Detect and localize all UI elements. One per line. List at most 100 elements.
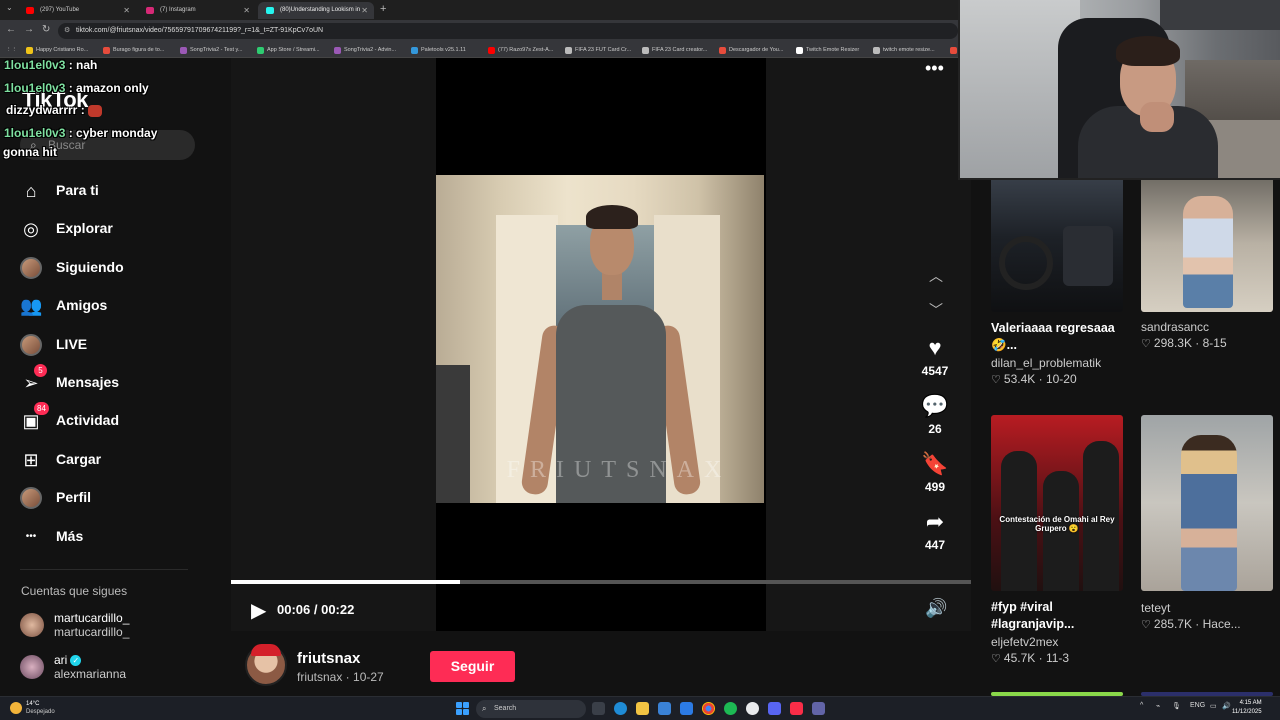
next-video-button[interactable]: ﹀ xyxy=(929,300,943,320)
forward-icon[interactable]: → xyxy=(24,24,34,35)
mic-icon[interactable]: 🎙 xyxy=(1172,702,1181,710)
nav-item-live[interactable]: LIVE xyxy=(20,332,210,358)
account-handle: martucardillo_ xyxy=(54,625,130,639)
nav-item-siguiendo[interactable]: Siguiendo xyxy=(20,255,210,281)
spotify-icon[interactable] xyxy=(724,702,737,715)
nav-item-mensajes[interactable]: ➢ Mensajes 5 xyxy=(20,364,210,396)
apps-icon[interactable]: ⋮⋮ xyxy=(6,45,17,55)
battery-icon[interactable]: ▭ xyxy=(1210,702,1217,710)
weather-widget[interactable]: 14°C Despejado xyxy=(10,700,80,718)
author-name[interactable]: friutsnax xyxy=(297,650,360,667)
suggested-video-card[interactable]: teteyt ♡ 285.7K · Hace... xyxy=(1141,415,1273,631)
bookmark-label: FIFA 23 Card creator... xyxy=(652,47,708,53)
nav-item-m-s[interactable]: ••• Más xyxy=(20,524,210,550)
video-author: eljefetv2mex xyxy=(991,635,1059,649)
following-account-martucardillo[interactable]: martucardillo_ martucardillo_ xyxy=(20,611,220,641)
chat-message: 1lou1el0v3 : amazon only xyxy=(4,81,149,95)
nav-item-amigos[interactable]: 👥 Amigos xyxy=(20,293,210,319)
close-icon[interactable]: ✕ xyxy=(361,2,368,19)
play-icon[interactable]: ▶ xyxy=(251,598,266,623)
share-count: 447 xyxy=(924,538,946,552)
tab-label: (7) Instagram xyxy=(160,7,196,13)
bookmark-label: Twitch Emote Resizer xyxy=(806,47,860,53)
chat-message: gonna hit xyxy=(3,145,57,159)
volume-icon[interactable]: 🔊 xyxy=(1222,702,1231,710)
tiktok-icon xyxy=(266,7,274,14)
steering-wheel xyxy=(999,236,1053,290)
nav-item-perfil[interactable]: Perfil xyxy=(20,485,210,511)
store-icon[interactable] xyxy=(658,702,671,715)
address-bar[interactable]: ⚙ tiktok.com/@friutsnax/video/7565979170… xyxy=(58,23,958,39)
obs-icon[interactable] xyxy=(746,702,759,715)
bookmark-item[interactable]: twitch emote resize... xyxy=(873,45,935,55)
teams-icon[interactable] xyxy=(812,702,825,715)
suggested-video-card[interactable]: Contestación de Omahi al Rey Grupero 😮 #… xyxy=(991,415,1123,665)
site-info-icon[interactable]: ⚙ xyxy=(64,23,70,39)
heart-icon: ♥ xyxy=(928,335,942,360)
start-button[interactable] xyxy=(456,702,469,715)
task-view-icon[interactable] xyxy=(592,702,605,715)
follow-button[interactable]: Seguir xyxy=(430,651,515,682)
bookmark-item[interactable]: Twitch Emote Resizer xyxy=(796,45,859,55)
bookmark-favicon-icon xyxy=(257,47,264,54)
bookmark-item[interactable]: Paletools v25.1.11 xyxy=(411,45,466,55)
clock[interactable]: 4:15 AM 11/12/2025 xyxy=(1232,699,1262,717)
nav-item-actividad[interactable]: ▣ Actividad 84 xyxy=(20,402,210,434)
tab-youtube[interactable]: (297) YouTube ✕ xyxy=(18,2,136,19)
suggested-video-card[interactable]: Valeriaaaa regresaaa 🤣... dilan_el_probl… xyxy=(991,176,1123,386)
bookmark-icon: 🔖 xyxy=(921,451,949,476)
more-options-icon[interactable]: ••• xyxy=(925,58,944,79)
comment-button[interactable]: 💬 26 xyxy=(915,394,955,437)
nav-item-explorar[interactable]: ◎ Explorar xyxy=(20,216,210,242)
chevron-up-icon[interactable]: ^ xyxy=(1140,702,1143,709)
bookmark-item[interactable]: SongTrivia2 - Advin... xyxy=(334,45,396,55)
following-account-ari[interactable]: ari ✓ alexmarianna xyxy=(20,653,220,683)
bookmark-favicon-icon xyxy=(103,47,110,54)
tab-list-icon[interactable]: ⌄ xyxy=(6,3,13,12)
clock-date: 11/12/2025 xyxy=(1232,709,1262,715)
discord-icon[interactable] xyxy=(768,702,781,715)
nav-item-cargar[interactable]: ⊞ Cargar xyxy=(20,447,210,473)
heart-icon: ♡ xyxy=(1141,338,1154,350)
previous-video-button[interactable]: ︿ xyxy=(929,266,943,286)
bookmark-item[interactable]: FIFA 23 Card creator... xyxy=(642,45,707,55)
chrome-icon[interactable] xyxy=(702,702,715,715)
video-time: 00:06 / 00:22 xyxy=(277,602,355,617)
bookmark-item[interactable]: FIFA 23 FUT Card Cr... xyxy=(565,45,631,55)
url-text: tiktok.com/@friutsnax/video/756597917096… xyxy=(76,27,324,34)
bookmark-item[interactable]: Happy Cristiano Ro... xyxy=(26,45,88,55)
avatar-icon xyxy=(20,334,42,356)
bookmark-favicon-icon xyxy=(642,47,649,54)
bookmark-item[interactable]: App Store / Streami... xyxy=(257,45,320,55)
share-button[interactable]: ➦ 447 xyxy=(915,510,955,553)
tab-instagram[interactable]: (7) Instagram ✕ xyxy=(138,2,256,19)
video-player[interactable]: FRIUTSNAX xyxy=(436,175,764,503)
nav-item-para-ti[interactable]: ⌂ Para ti xyxy=(20,178,210,204)
network-icon[interactable]: ⌁ xyxy=(1156,702,1160,710)
back-icon[interactable]: ← xyxy=(6,24,16,35)
bookmark-item[interactable]: Burago figura de to... xyxy=(103,45,164,55)
search-icon: ⌕ xyxy=(482,704,487,713)
save-button[interactable]: 🔖 499 xyxy=(915,451,955,495)
close-icon[interactable]: ✕ xyxy=(123,2,130,19)
taskbar-search[interactable]: ⌕ Search xyxy=(476,700,586,718)
edge-icon[interactable] xyxy=(614,702,627,715)
bookmark-item[interactable]: Descargador de You... xyxy=(719,45,783,55)
chat-text: : cyber monday xyxy=(65,126,158,140)
file-explorer-icon[interactable] xyxy=(636,702,649,715)
suggested-video-card[interactable]: sandrasancc ♡ 298.3K · 8-15 xyxy=(1141,176,1273,350)
volume-icon[interactable]: 🔊 xyxy=(925,598,947,619)
bookmark-item[interactable]: (77) Razo97s Zest-A... xyxy=(488,45,553,55)
chat-username: 1lou1el0v3 xyxy=(4,126,66,140)
new-tab-button[interactable]: + xyxy=(380,3,386,15)
language-indicator[interactable]: ENG xyxy=(1190,702,1205,709)
bookmark-item[interactable]: SongTrivia2 - Test y... xyxy=(180,45,242,55)
music-icon[interactable] xyxy=(790,702,803,715)
close-icon[interactable]: ✕ xyxy=(243,2,250,19)
account-name: ari xyxy=(54,653,68,667)
reload-icon[interactable]: ↻ xyxy=(42,24,50,35)
chat-message: dizzydwarrrr : xyxy=(6,103,103,117)
mail-icon[interactable] xyxy=(680,702,693,715)
tab-tiktok[interactable]: (80)Understanding Lookism in ✕ xyxy=(258,2,374,19)
like-button[interactable]: ♥ 4547 xyxy=(915,335,955,379)
